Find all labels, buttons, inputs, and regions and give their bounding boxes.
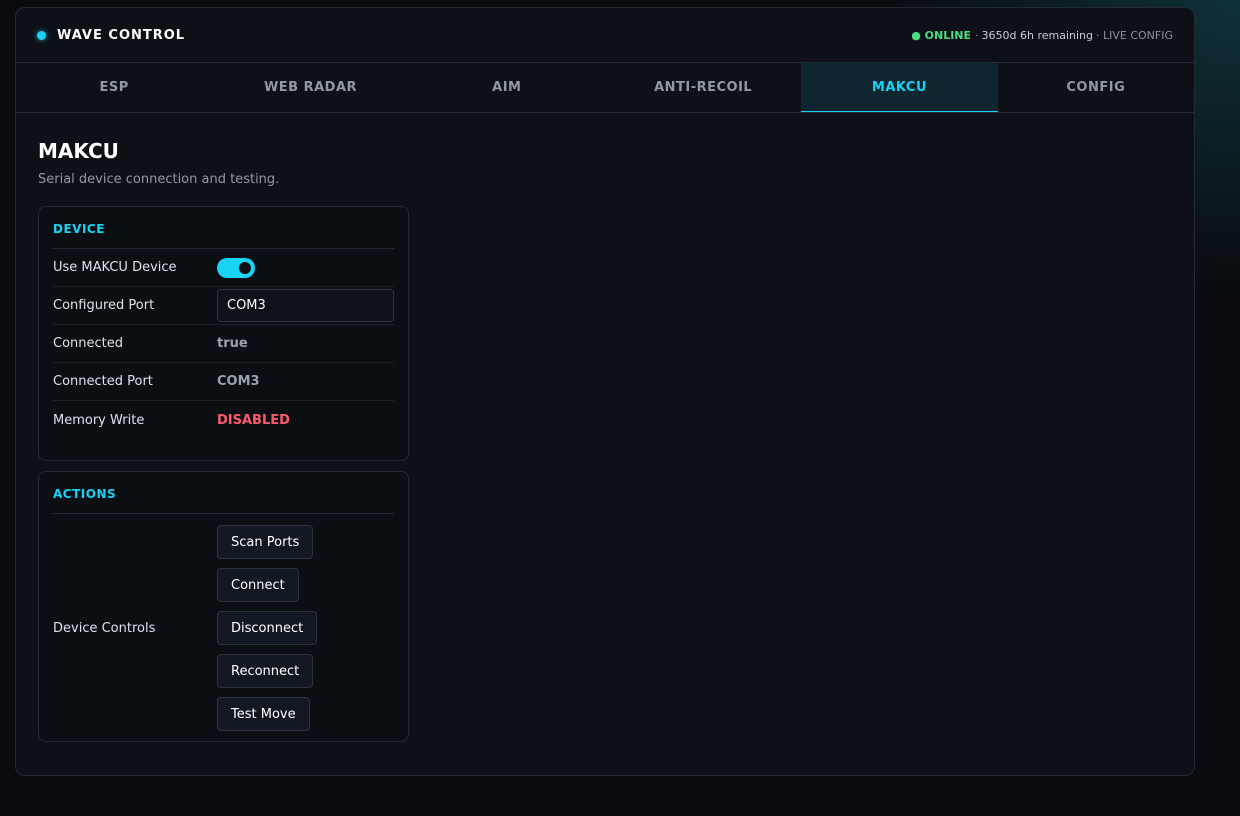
tab-web-radar[interactable]: WEB RADAR (212, 63, 408, 112)
status-separator: · (975, 28, 979, 42)
test-move-button[interactable]: Test Move (217, 697, 310, 731)
page-title: MAKCU (38, 139, 119, 163)
online-indicator: ● ONLINE (911, 28, 972, 42)
disconnect-button[interactable]: Disconnect (217, 611, 318, 645)
memory-write-status: DISABLED (217, 412, 290, 428)
toggle-knob (239, 261, 251, 274)
scan-ports-button[interactable]: Scan Ports (217, 525, 314, 559)
app-window: WAVE CONTROL ● ONLINE · 3650d 6h remaini… (15, 7, 1195, 776)
use-device-toggle[interactable] (217, 257, 255, 278)
time-remaining: 3650d 6h remaining (981, 28, 1093, 42)
actions-card-heading: ACTIONS (53, 472, 394, 514)
connected-port-label: Connected Port (53, 374, 153, 389)
memory-write-row: Memory Write DISABLED (53, 401, 394, 439)
tab-aim[interactable]: AIM (409, 63, 605, 112)
reconnect-button[interactable]: Reconnect (217, 654, 314, 688)
configured-port-label: Configured Port (53, 298, 155, 313)
memory-write-label: Memory Write (53, 412, 145, 428)
configured-port-row: Configured Port (53, 287, 394, 325)
tab-anti-recoil[interactable]: ANTI-RECOIL (605, 63, 801, 112)
device-controls-label: Device Controls (53, 620, 156, 636)
brand: WAVE CONTROL (37, 28, 185, 43)
app-title: WAVE CONTROL (57, 27, 186, 43)
configured-port-input[interactable] (217, 289, 394, 322)
device-card-heading: DEVICE (53, 207, 394, 249)
main-content: MAKCU Serial device connection and testi… (16, 113, 1194, 742)
tab-esp[interactable]: ESP (16, 63, 212, 112)
tab-makcu[interactable]: MAKCU (801, 63, 998, 112)
connect-button[interactable]: Connect (217, 568, 299, 602)
connected-row: Connected true (53, 325, 394, 363)
device-controls-buttons: Scan Ports Connect Disconnect Reconnect … (217, 525, 318, 731)
tab-config[interactable]: CONFIG (998, 63, 1194, 112)
use-device-row: Use MAKCU Device (53, 249, 394, 287)
connected-port-row: Connected Port COM3 (53, 363, 394, 401)
status-dot-icon (37, 30, 46, 40)
live-config-label: · LIVE CONFIG (1096, 28, 1173, 42)
device-controls-row: Device Controls Scan Ports Connect Disco… (53, 514, 394, 742)
page-subtitle: Serial device connection and testing. (38, 172, 280, 187)
device-card: DEVICE Use MAKCU Device Configured Port … (38, 206, 409, 461)
actions-card: ACTIONS Device Controls Scan Ports Conne… (38, 471, 409, 742)
connected-value: true (217, 336, 248, 351)
use-device-label: Use MAKCU Device (53, 260, 177, 275)
license-status: ● ONLINE · 3650d 6h remaining · LIVE CON… (911, 29, 1173, 42)
tab-bar: ESP WEB RADAR AIM ANTI-RECOIL MAKCU CONF… (16, 63, 1194, 113)
connected-label: Connected (53, 336, 124, 351)
top-bar: WAVE CONTROL ● ONLINE · 3650d 6h remaini… (16, 8, 1194, 63)
connected-port-value: COM3 (217, 374, 260, 389)
